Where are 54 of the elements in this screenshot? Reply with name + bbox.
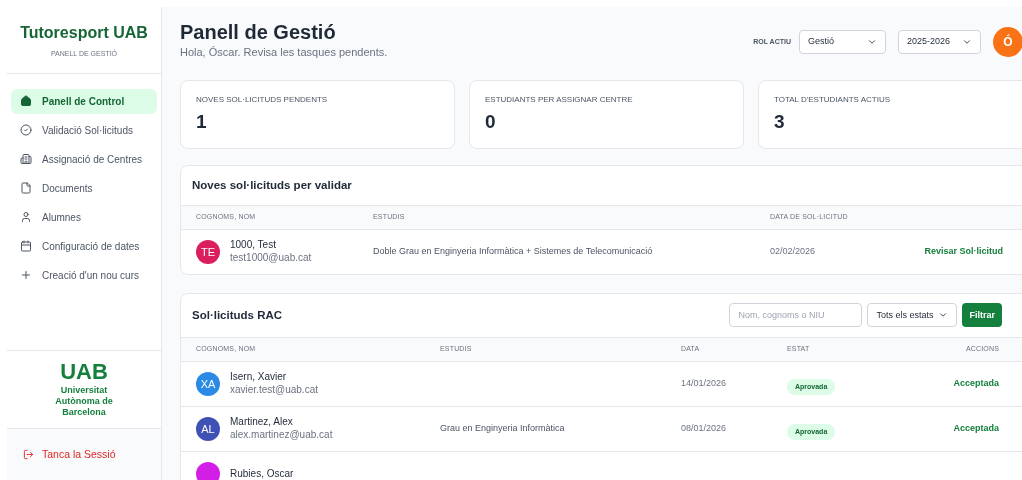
student-name: Rubies, Oscar (230, 467, 294, 480)
action-text: Acceptada (953, 377, 999, 390)
student-name: Martinez, Alex (230, 416, 294, 429)
home-icon (20, 95, 32, 107)
date-text: 02/02/2026 (770, 245, 817, 258)
nav-item[interactable]: Alumnes (11, 204, 157, 230)
card-title: Noves sol·licituds per validar (191, 177, 353, 193)
user-icon (20, 211, 32, 223)
avatar-initials: XA (200, 376, 216, 392)
student-name: 1000, Test (230, 239, 277, 252)
stat-label: ESTUDIANTS PER ASSIGNAR CENTRE (485, 93, 634, 106)
uab-logo-name: Universitat Autònoma de Barcelona (54, 385, 114, 418)
plus-icon (20, 269, 32, 281)
stat-value: 0 (485, 109, 497, 134)
student-email: test1000@uab.cat (230, 251, 312, 265)
nav-item[interactable]: Assignació de Centres (11, 146, 157, 172)
stat-label: TOTAL D'ESTUDIANTS ACTIUS (774, 93, 892, 106)
nav-item[interactable]: Validació Sol·licituds (11, 117, 157, 143)
chevron-icon (962, 37, 972, 47)
nav-item[interactable]: Panell de Control (11, 88, 157, 114)
year-select[interactable]: 2025-2026 (898, 30, 981, 54)
building-icon (20, 153, 32, 165)
review-link[interactable]: Revisar Sol·licitud (924, 245, 1017, 259)
logout-icon (23, 449, 34, 460)
page-subtitle: Hola, Óscar. Revisa les tasques pendents. (180, 45, 388, 60)
page-title: Panell de Gestió (180, 20, 337, 44)
stat-label: NOVES SOL·LICITUDS PENDENTS (196, 93, 329, 106)
filter-button[interactable]: Filtrar (962, 303, 1002, 328)
date-text: 14/01/2026 (681, 377, 728, 390)
check-circle-icon (20, 124, 32, 136)
student-email: xavier.test@uab.cat (230, 383, 318, 397)
nav-item[interactable]: Configuració de dates (11, 233, 157, 259)
avatar-initials: AL (201, 421, 215, 437)
chevron-icon (867, 37, 877, 47)
uab-logo-mark: UAB (60, 361, 108, 383)
calendar-icon (20, 240, 32, 252)
student-name: Isern, Xavier (230, 371, 288, 384)
app-title: Tutoresport UAB (20, 23, 148, 43)
status-select[interactable]: Tots els estats (867, 303, 958, 328)
studies-text: Doble Grau en Enginyeria Informàtica + Sistemes de Telecomunicació (373, 245, 654, 258)
card-title: Sol·licituds RAC (192, 307, 283, 323)
nav-item[interactable]: Creació d'un nou curs (11, 262, 157, 288)
nav-item[interactable]: Documents (11, 175, 157, 201)
avatar-initials: TE (200, 244, 216, 260)
search-field[interactable]: Nom, cognoms o NIU (729, 303, 863, 328)
date-text: 08/01/2026 (681, 422, 728, 435)
file-icon (20, 182, 32, 194)
logout-button[interactable]: Tanca la Sessió (23, 446, 116, 463)
studies-text: Grau en Enginyeria Informàtica (440, 422, 566, 435)
student-email: alex.martinez@uab.cat (230, 428, 333, 442)
role-select[interactable]: Gestió (799, 30, 886, 54)
action-text: Acceptada (953, 422, 999, 435)
stat-value: 1 (196, 109, 208, 134)
stat-value: 3 (774, 109, 786, 134)
